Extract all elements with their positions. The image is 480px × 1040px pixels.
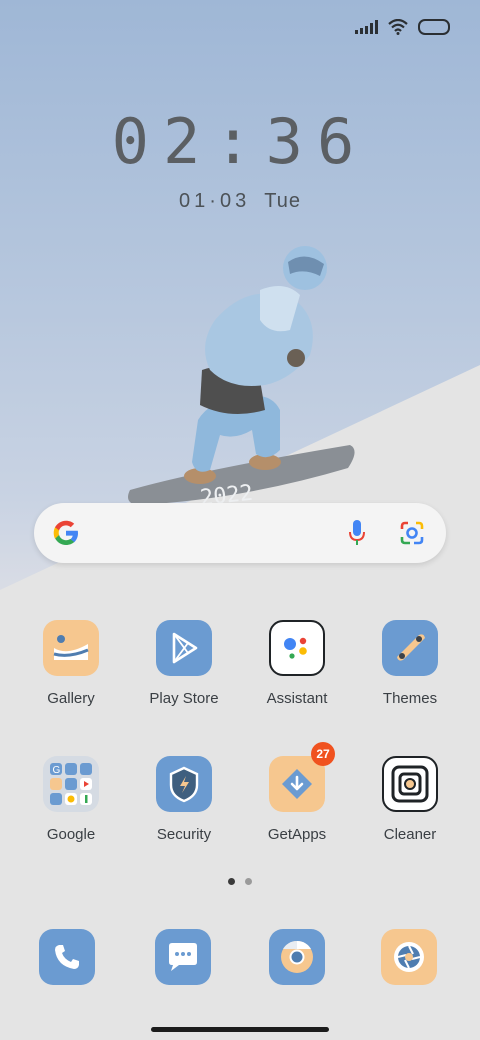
assistant-icon [269,620,325,676]
page-indicator[interactable] [0,878,480,885]
google-g-icon [53,520,78,545]
app-gallery[interactable]: Gallery [21,620,121,707]
google-folder-icon: G [43,756,99,812]
page-dot-1[interactable] [228,878,235,885]
security-shield-icon [156,756,212,812]
date-display[interactable]: 01·03 Tue [0,190,480,213]
getapps-icon: 27 [269,742,335,812]
app-security[interactable]: Security [134,756,234,843]
app-google-folder[interactable]: G Google [21,756,121,843]
app-label: Cleaner [383,826,437,843]
wifi-icon [388,19,408,35]
signal-bars-icon [355,20,378,34]
app-label: Assistant [266,690,328,707]
chrome-browser-icon [269,929,325,985]
camera-aperture-icon [381,929,437,985]
play-store-icon [156,620,212,676]
themes-icon [382,620,438,676]
notification-badge: 27 [311,742,335,766]
cleaner-icon [382,756,438,812]
app-play-store[interactable]: Play Store [134,620,234,707]
date-day: 03 [219,190,251,212]
app-assistant[interactable]: Assistant [247,620,347,707]
weekday: Tue [264,190,301,212]
app-getapps[interactable]: 27 GetApps [247,742,347,843]
app-label: Play Store [149,690,219,707]
lens-camera-icon[interactable] [398,519,426,547]
snowboarder-illustration: 2022 [128,246,355,511]
app-cleaner[interactable]: Cleaner [360,756,460,843]
messages-icon [155,929,211,985]
home-gesture-bar[interactable] [151,1027,329,1032]
dock-phone[interactable] [17,929,117,985]
dock-camera[interactable] [359,929,459,985]
gallery-icon [43,620,99,676]
status-bar [355,14,450,40]
dock-messages[interactable] [133,929,233,985]
app-label: Security [156,826,212,843]
app-label: GetApps [267,826,327,843]
svg-text:G: G [53,765,61,776]
app-label: Themes [382,690,438,707]
dock-chrome[interactable] [247,929,347,985]
date-separator: · [209,190,220,212]
phone-icon [39,929,95,985]
app-label: Google [46,826,96,843]
date-month: 01 [179,190,210,212]
battery-icon [418,19,450,35]
page-dot-2[interactable] [245,878,252,885]
app-themes[interactable]: Themes [360,620,460,707]
app-label: Gallery [47,690,95,707]
google-search-bar[interactable] [34,503,446,563]
clock-time[interactable]: 02:36 [0,105,480,178]
mic-icon[interactable] [348,519,366,547]
